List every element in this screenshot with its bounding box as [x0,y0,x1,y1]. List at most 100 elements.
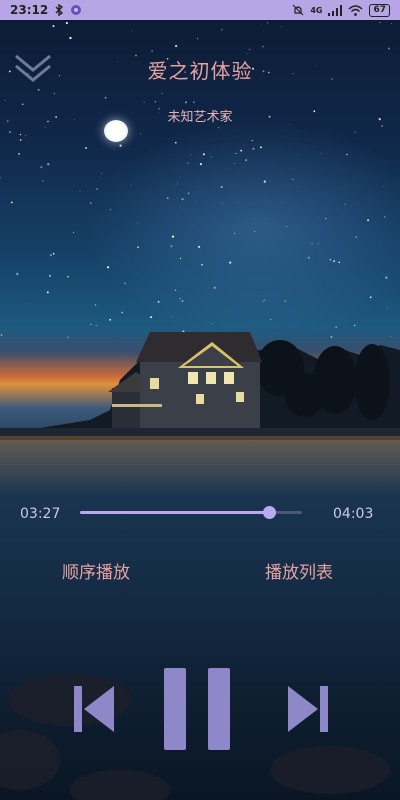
total-time: 04:03 [333,506,374,522]
star [124,282,126,285]
song-title: 爱之初体验 [147,59,253,83]
star [187,192,190,195]
star [355,236,357,238]
playlist-button[interactable]: 播放列表 [265,558,333,583]
status-bar: 23:12 4G 67 [0,0,400,20]
play-order-button[interactable]: 顺序播放 [62,558,130,583]
star [42,180,44,182]
star [262,45,264,48]
star [52,25,55,28]
star [292,178,294,181]
milky-way-glow [90,120,400,340]
star [154,101,156,103]
star [233,232,236,235]
star [44,126,46,128]
star [387,47,391,50]
star [174,289,177,292]
star [176,183,178,185]
star [245,159,247,161]
star [330,336,333,338]
star [179,297,181,300]
star [67,336,69,339]
star [94,304,97,306]
star [150,316,153,319]
progress-slider[interactable] [80,506,302,519]
star [391,23,392,24]
star [233,162,235,164]
star [240,149,243,152]
star [95,325,97,327]
star [170,245,173,248]
star [180,257,182,259]
star [161,92,163,95]
skip-previous-icon[interactable] [72,684,116,734]
star [73,231,75,233]
star [69,36,72,40]
star [18,152,21,155]
star [0,334,3,336]
skip-next-icon[interactable] [286,684,330,734]
star [96,188,98,190]
star [202,153,205,156]
star [357,203,359,205]
progress-fill [80,511,270,514]
shoreline [0,428,400,436]
artist-name: 未知艺术家 [167,110,233,125]
star [338,261,341,264]
star [9,131,11,133]
star [197,38,199,40]
star [199,163,202,166]
star [19,133,22,136]
star [98,176,100,177]
star [252,147,255,150]
pause-icon[interactable] [164,668,230,750]
star [221,29,223,31]
star [333,260,336,263]
star [137,223,139,225]
star [318,243,319,244]
star [30,303,32,305]
star [90,323,92,326]
star [85,146,88,149]
star [67,275,69,278]
star [49,254,52,257]
signal-icon [328,4,343,16]
star [79,190,81,192]
star [110,208,111,210]
star [198,245,201,248]
star [325,217,327,220]
star [101,173,102,175]
star [222,203,224,204]
star [281,26,283,28]
star [261,24,263,25]
star [67,33,68,35]
star [383,186,385,187]
star [181,197,184,201]
star [286,225,288,228]
star [262,301,264,303]
star [311,243,313,245]
star [104,96,107,99]
house [108,332,262,428]
star [48,274,52,277]
signal-label: 4G [310,5,323,15]
star [4,100,6,101]
star [218,127,220,129]
star [40,166,43,169]
star [107,266,110,269]
star [329,259,332,261]
sunset-reflection [0,436,400,496]
music-player-screen: 23:12 4G 67 爱之初体验 未知艺术家 03:27 04:03 顺序播放… [0,0,400,800]
star [354,131,356,133]
star [284,300,286,302]
star [201,263,203,266]
star [157,300,160,303]
star [121,311,124,314]
star [0,177,1,179]
star [151,50,153,52]
mute-icon [292,4,304,16]
star [386,307,388,309]
star [263,299,265,301]
star [166,197,169,200]
star [229,261,232,264]
